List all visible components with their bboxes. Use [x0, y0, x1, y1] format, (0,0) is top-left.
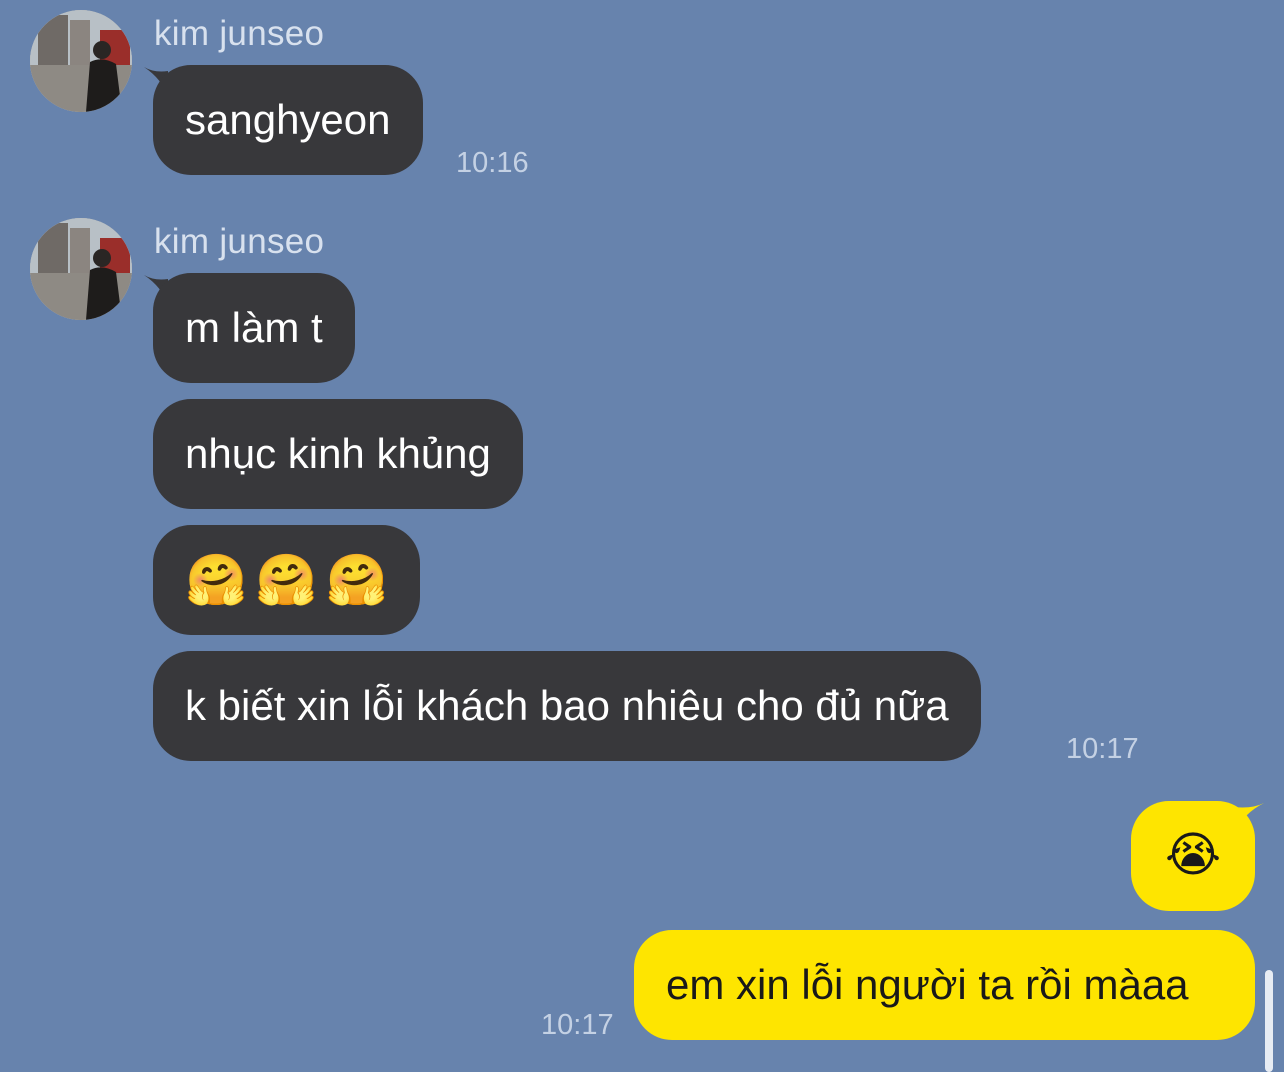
message-text: nhục kinh khủng [185, 430, 491, 477]
hugging-face-emoji: 🤗 [255, 552, 318, 608]
message-text: em xin lỗi người ta rồi màaa [666, 961, 1189, 1008]
incoming-emoji-bubble[interactable]: 🤗 🤗 🤗 [153, 525, 420, 635]
incoming-message-bubble[interactable]: m làm t [153, 273, 355, 383]
avatar[interactable] [30, 218, 132, 320]
scrollbar[interactable] [1265, 970, 1273, 1072]
incoming-message-bubble[interactable]: k biết xin lỗi khách bao nhiêu cho đủ nữ… [153, 651, 981, 761]
avatar[interactable] [30, 10, 132, 112]
bubble-tail [1234, 803, 1264, 833]
message-timestamp: 10:17 [1066, 733, 1139, 765]
outgoing-message-bubble[interactable]: em xin lỗi người ta rồi màaa [634, 930, 1255, 1040]
message-timestamp: 10:16 [456, 147, 529, 179]
hugging-face-emoji: 🤗 [185, 552, 248, 608]
crying-face-emoji: 😭 [1164, 829, 1222, 882]
message-text: k biết xin lỗi khách bao nhiêu cho đủ nữ… [185, 682, 949, 729]
message-text: m làm t [185, 304, 323, 351]
message-timestamp: 10:17 [541, 1009, 614, 1041]
hugging-face-emoji: 🤗 [325, 552, 388, 608]
incoming-message-bubble[interactable]: nhục kinh khủng [153, 399, 523, 509]
message-text: sanghyeon [185, 96, 391, 143]
sender-name: kim junseo [154, 222, 325, 261]
incoming-message-bubble[interactable]: sanghyeon [153, 65, 423, 175]
sender-name: kim junseo [154, 14, 325, 53]
